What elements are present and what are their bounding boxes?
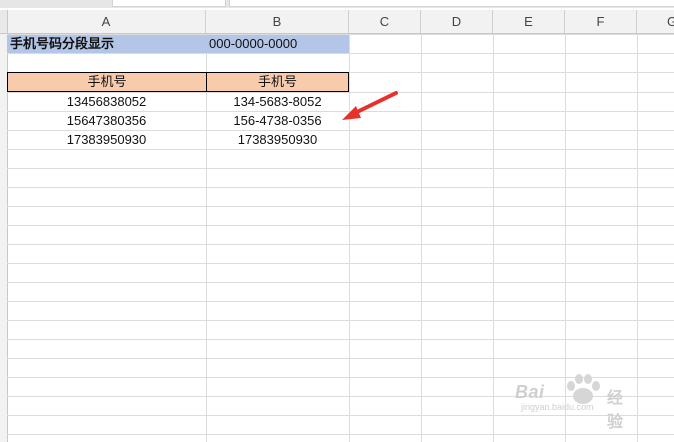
table-cell-a6[interactable]: 17383950930: [7, 130, 206, 149]
grid-row-line: [7, 415, 674, 416]
grid-row-line: [7, 187, 674, 188]
format-cell-b1[interactable]: 000-0000-0000: [206, 35, 349, 53]
table-cell-b6[interactable]: 17383950930: [206, 130, 349, 149]
grid-row-line: [7, 339, 674, 340]
watermark-brand: Bai: [515, 382, 545, 402]
grid-row-line: [7, 53, 674, 54]
sheet-tab[interactable]: [112, 0, 226, 7]
grid-row-line: [7, 263, 674, 264]
grid-row-line: [7, 225, 674, 226]
grid-row-line: [7, 149, 674, 150]
column-header-g[interactable]: G: [637, 10, 674, 33]
grid-row-line: [7, 358, 674, 359]
grid-row-line: [7, 206, 674, 207]
column-header-d[interactable]: D: [421, 10, 493, 33]
header-cell-a3[interactable]: 手机号: [7, 72, 207, 92]
column-header-a[interactable]: A: [7, 10, 206, 33]
grid-row-line: [7, 168, 674, 169]
table-cell-a5[interactable]: 15647380356: [7, 111, 206, 130]
table-cell-b5[interactable]: 156-4738-0356: [206, 111, 349, 130]
column-header-c[interactable]: C: [349, 10, 421, 33]
grid-column-line: [493, 34, 494, 442]
grid-column-line: [421, 34, 422, 442]
watermark-text: 经验: [607, 390, 624, 431]
paw-icon: [567, 374, 600, 404]
grid-row-line: [7, 434, 674, 435]
header-cell-b3[interactable]: 手机号: [206, 72, 349, 92]
watermark-url: jingyan.baidu.com: [521, 402, 594, 412]
grid-column-line: [349, 34, 350, 442]
grid-row-line: [7, 244, 674, 245]
table-cell-b4[interactable]: 134-5683-8052: [206, 92, 349, 111]
column-header-b[interactable]: B: [206, 10, 349, 33]
column-header-f[interactable]: F: [565, 10, 637, 33]
grid-row-line: [7, 320, 674, 321]
grid-column-line: [637, 34, 638, 442]
grid-row-line: [7, 301, 674, 302]
sheet-tab[interactable]: [229, 0, 674, 7]
column-header-e[interactable]: E: [493, 10, 565, 33]
grid-row-line: [7, 282, 674, 283]
title-cell-a1[interactable]: 手机号码分段显示: [7, 35, 206, 53]
table-cell-a4[interactable]: 13456838052: [7, 92, 206, 111]
